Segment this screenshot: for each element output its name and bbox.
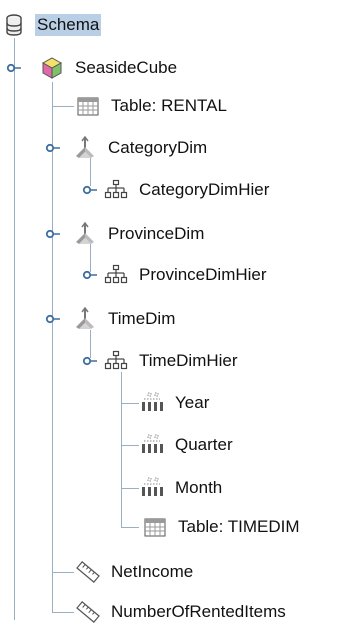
tree-node-time-dim[interactable]: TimeDim xyxy=(73,304,177,334)
tree-node-category-dim[interactable]: CategoryDim xyxy=(73,133,209,163)
tree-node-label: Month xyxy=(175,478,223,497)
tree-line xyxy=(121,372,122,527)
tree-node-level-year[interactable]: Year xyxy=(140,388,211,418)
hierarchy-icon xyxy=(104,263,128,287)
tree-node-level-quarter[interactable]: Quarter xyxy=(140,430,235,460)
level-icon xyxy=(140,476,164,500)
tree-node-label: Table: RENTAL xyxy=(111,96,227,115)
tree-node-label: Table: TIMEDIM xyxy=(178,517,300,536)
expand-handle-time-hier[interactable] xyxy=(82,354,98,368)
dimension-icon xyxy=(73,222,97,246)
tree-line xyxy=(14,38,15,620)
tree-node-category-dim-hier[interactable]: CategoryDimHier xyxy=(104,175,271,205)
expand-handle-time-dim[interactable] xyxy=(45,312,61,326)
table-icon xyxy=(143,515,167,539)
expand-handle-category-dim[interactable] xyxy=(45,141,61,155)
tree-node-label: Year xyxy=(175,393,210,412)
database-icon xyxy=(2,13,26,37)
tree-line xyxy=(52,572,74,573)
tree-node-measure-number-of-rented-items[interactable]: NumberOfRentedItems xyxy=(76,597,288,627)
tree-node-label: Schema xyxy=(35,14,102,36)
tree-node-label: NumberOfRentedItems xyxy=(111,602,286,621)
tree-node-label: TimeDim xyxy=(108,309,176,328)
tree-node-table-rental[interactable]: Table: RENTAL xyxy=(76,91,229,121)
dimension-icon xyxy=(73,136,97,160)
tree-line xyxy=(121,488,139,489)
tree-node-table-timedim[interactable]: Table: TIMEDIM xyxy=(143,512,302,542)
table-icon xyxy=(76,94,100,118)
hierarchy-icon xyxy=(104,349,128,373)
expand-handle-cube[interactable] xyxy=(6,61,22,75)
hierarchy-icon xyxy=(104,178,128,202)
expand-handle-province-hier[interactable] xyxy=(82,268,98,282)
tree-node-label: CategoryDimHier xyxy=(139,180,270,199)
tree-node-schema[interactable]: Schema xyxy=(2,10,102,40)
tree-node-label: CategoryDim xyxy=(108,138,208,157)
tree-node-province-dim[interactable]: ProvinceDim xyxy=(73,219,206,249)
schema-tree: Schema SeasideCube Table: RENTAL Categor… xyxy=(0,0,339,628)
tree-node-label: Quarter xyxy=(175,435,233,454)
measure-icon xyxy=(76,560,100,584)
tree-node-label: ProvinceDimHier xyxy=(139,265,267,284)
expand-handle-category-hier[interactable] xyxy=(82,183,98,197)
cube-icon xyxy=(40,56,64,80)
tree-node-label: NetIncome xyxy=(111,562,194,581)
tree-node-measure-netincome[interactable]: NetIncome xyxy=(76,557,195,587)
tree-line xyxy=(52,82,53,612)
tree-line xyxy=(121,403,139,404)
expand-handle-province-dim[interactable] xyxy=(45,227,61,241)
tree-line xyxy=(121,527,139,528)
tree-node-level-month[interactable]: Month xyxy=(140,473,224,503)
tree-line xyxy=(121,445,139,446)
level-icon xyxy=(140,433,164,457)
tree-node-label: TimeDimHier xyxy=(139,351,238,370)
tree-node-seaside-cube[interactable]: SeasideCube xyxy=(40,53,179,83)
tree-node-province-dim-hier[interactable]: ProvinceDimHier xyxy=(104,260,269,290)
measure-icon xyxy=(76,600,100,624)
dimension-icon xyxy=(73,307,97,331)
tree-node-label: ProvinceDim xyxy=(108,224,205,243)
tree-line xyxy=(52,106,74,107)
tree-node-label: SeasideCube xyxy=(75,58,178,77)
tree-node-time-dim-hier[interactable]: TimeDimHier xyxy=(104,346,240,376)
tree-line xyxy=(52,612,74,613)
level-icon xyxy=(140,391,164,415)
